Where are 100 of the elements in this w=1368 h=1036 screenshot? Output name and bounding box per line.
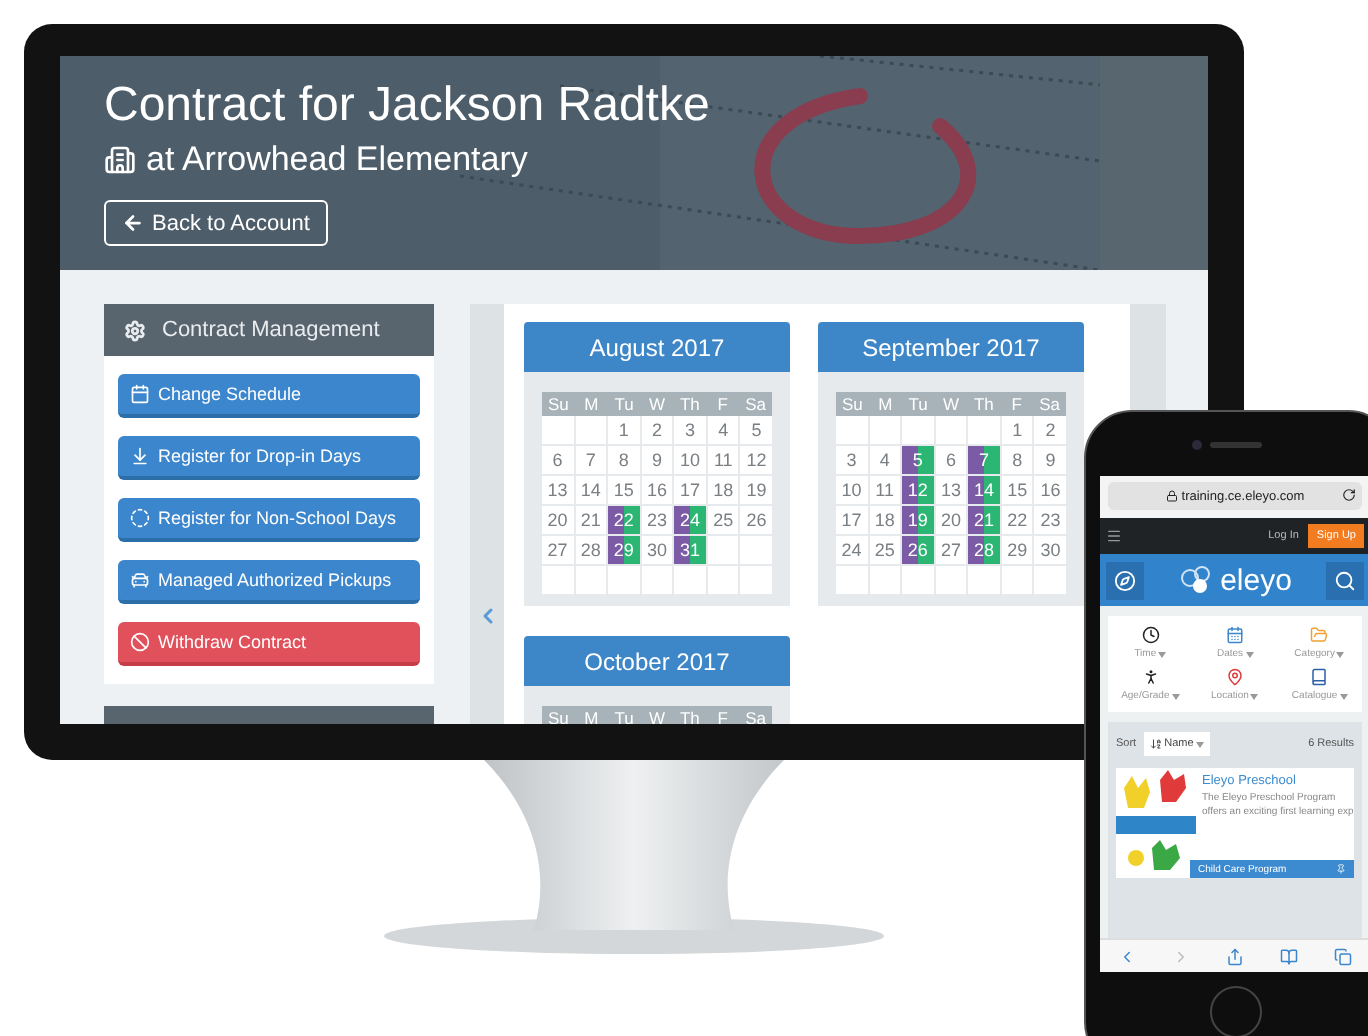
home-button[interactable] <box>1210 986 1262 1036</box>
logo-text: eleyo <box>1220 565 1292 595</box>
camera-icon <box>1192 440 1202 450</box>
weekday-label: Su <box>546 706 571 724</box>
page-title: Contract for Jackson Radtke <box>104 76 710 136</box>
day-cell[interactable]: 15 <box>608 476 640 504</box>
day-cell[interactable]: 11 <box>707 446 739 474</box>
day-cell[interactable]: 17 <box>674 476 706 504</box>
weekday-label: Sa <box>743 392 768 416</box>
day-cell[interactable]: 15 <box>1001 476 1033 504</box>
book-icon[interactable] <box>1280 947 1298 965</box>
day-cell[interactable]: 9 <box>1034 446 1066 474</box>
day-cell[interactable]: 2 <box>1034 416 1066 444</box>
day-cell[interactable]: 18 <box>869 506 901 534</box>
day-cell[interactable]: 30 <box>1034 536 1066 564</box>
back-icon[interactable] <box>1118 947 1136 965</box>
day-cell[interactable]: 22 <box>1001 506 1033 534</box>
back-button[interactable]: Back to Account <box>104 200 328 246</box>
day-cell[interactable]: 20 <box>542 506 574 534</box>
day-cell[interactable]: 5 <box>740 416 772 444</box>
weekday-label: Th <box>677 392 702 416</box>
day-cell[interactable]: 4 <box>869 446 901 474</box>
weekday-label: M <box>582 392 601 416</box>
day-cell[interactable]: 27 <box>935 536 967 564</box>
day-cell[interactable]: 30 <box>641 536 673 564</box>
day-cell[interactable]: 16 <box>1034 476 1066 504</box>
day-cell[interactable]: 29 <box>1001 536 1033 564</box>
day-cell[interactable]: 21 <box>575 506 607 534</box>
day-cell[interactable]: 19 <box>740 476 772 504</box>
day-cell[interactable]: 11 <box>869 476 901 504</box>
day-cell[interactable]: 8 <box>608 446 640 474</box>
day-cell[interactable]: 24 <box>836 536 868 564</box>
scheduled-day-cell[interactable]: 7 <box>968 446 1000 474</box>
day-cell[interactable]: 13 <box>542 476 574 504</box>
weekday-label: Sa <box>1037 392 1062 416</box>
weekday-label: W <box>646 706 667 724</box>
settings-icon <box>124 319 146 341</box>
weekday-label: M <box>582 706 601 724</box>
caret-icon <box>1250 693 1259 699</box>
weekday-label: M <box>876 392 895 416</box>
scheduled-day-cell[interactable]: 28 <box>968 536 1000 564</box>
day-cell[interactable]: 3 <box>836 446 868 474</box>
action-button[interactable]: Register for Non-School Days <box>118 498 420 542</box>
share-icon[interactable] <box>1226 947 1244 965</box>
weekday-label: W <box>646 392 667 416</box>
day-cell[interactable]: 12 <box>740 446 772 474</box>
day-cell[interactable]: 3 <box>674 416 706 444</box>
day-cell[interactable]: 1 <box>1001 416 1033 444</box>
day-cell[interactable]: 6 <box>542 446 574 474</box>
day-cell[interactable]: 7 <box>575 446 607 474</box>
day-cell[interactable]: 28 <box>575 536 607 564</box>
day-cell[interactable]: 6 <box>935 446 967 474</box>
day-cell[interactable]: 26 <box>740 506 772 534</box>
scheduled-day-cell[interactable]: 14 <box>968 476 1000 504</box>
arrow-left-icon <box>122 212 144 234</box>
day-cell[interactable]: 10 <box>674 446 706 474</box>
scheduled-day-cell[interactable]: 19 <box>902 506 934 534</box>
calendar-icon <box>1225 626 1244 644</box>
speaker-grille <box>1210 442 1262 448</box>
day-cell[interactable]: 23 <box>1034 506 1066 534</box>
day-cell[interactable]: 25 <box>707 506 739 534</box>
weekday-label: Th <box>677 706 702 724</box>
ban-icon <box>130 632 150 652</box>
weekday-label: Tu <box>612 706 636 724</box>
weekday-label: F <box>1009 392 1024 416</box>
day-cell[interactable]: 18 <box>707 476 739 504</box>
tabs-icon[interactable] <box>1334 947 1352 965</box>
withdraw-button[interactable]: Withdraw Contract <box>118 622 420 666</box>
scheduled-day-cell[interactable]: 12 <box>902 476 934 504</box>
day-cell[interactable]: 8 <box>1001 446 1033 474</box>
reload-icon[interactable] <box>1342 488 1356 502</box>
scheduled-day-cell[interactable]: 24 <box>674 506 706 534</box>
scheduled-day-cell[interactable]: 31 <box>674 536 706 564</box>
day-cell[interactable]: 20 <box>935 506 967 534</box>
lock-icon <box>1165 490 1178 502</box>
person-icon <box>1141 668 1160 686</box>
day-cell[interactable]: 1 <box>608 416 640 444</box>
menu-icon[interactable] <box>1106 528 1122 544</box>
day-cell[interactable]: 25 <box>869 536 901 564</box>
day-cell[interactable]: 14 <box>575 476 607 504</box>
action-button[interactable]: Change Schedule <box>118 374 420 418</box>
day-cell[interactable]: 23 <box>641 506 673 534</box>
day-cell[interactable]: 2 <box>641 416 673 444</box>
day-cell[interactable]: 9 <box>641 446 673 474</box>
day-cell[interactable]: 17 <box>836 506 868 534</box>
scheduled-day-cell[interactable]: 21 <box>968 506 1000 534</box>
weekday-label: Su <box>546 392 571 416</box>
day-cell[interactable]: 16 <box>641 476 673 504</box>
day-cell[interactable]: 13 <box>935 476 967 504</box>
caret-icon <box>1158 651 1167 657</box>
weekday-label: Tu <box>612 392 636 416</box>
action-button[interactable]: Managed Authorized Pickups <box>118 560 420 604</box>
folder-icon <box>1310 626 1329 644</box>
book-icon <box>1310 668 1329 686</box>
action-button[interactable]: Register for Drop-in Days <box>118 436 420 480</box>
compass-button[interactable] <box>1106 561 1144 599</box>
search-button[interactable] <box>1325 561 1364 599</box>
day-cell[interactable]: 27 <box>542 536 574 564</box>
day-cell[interactable]: 10 <box>836 476 868 504</box>
day-cell[interactable]: 4 <box>707 416 739 444</box>
